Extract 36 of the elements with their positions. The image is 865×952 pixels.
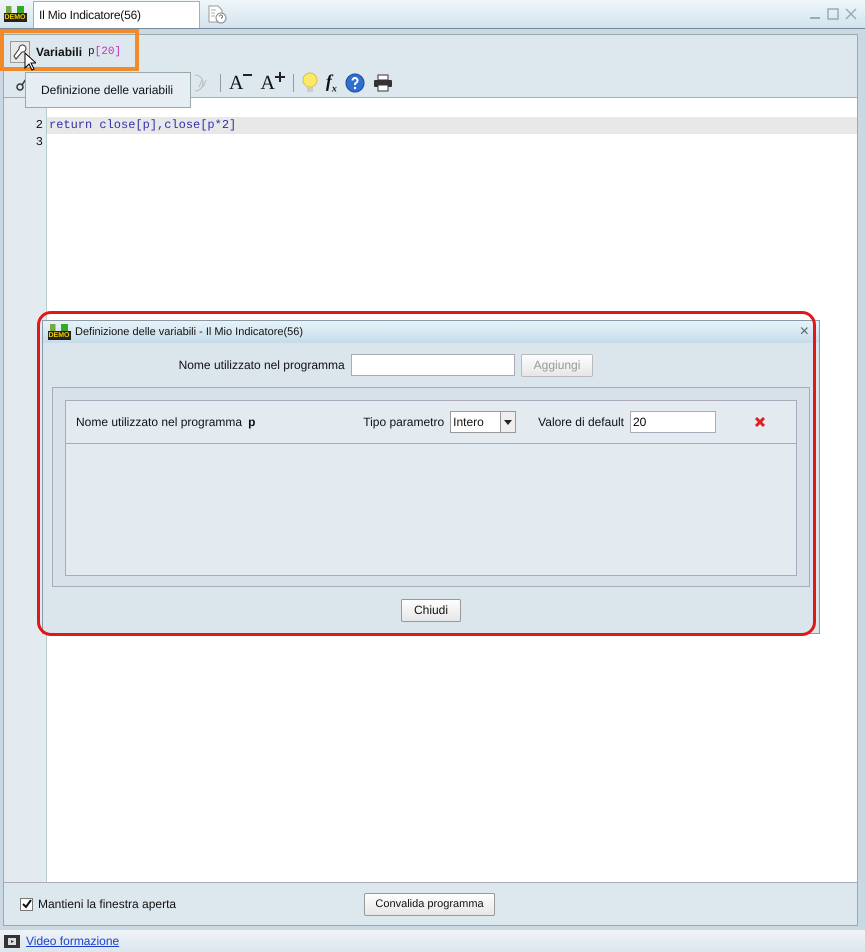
keep-open-checkbox[interactable]: [20, 898, 33, 910]
name-label: Nome utilizzato nel programma: [76, 415, 242, 429]
line-number: 2: [34, 117, 44, 134]
mouse-pointer-icon: [24, 52, 36, 71]
name-label: Nome utilizzato nel programma: [178, 358, 345, 372]
function-button[interactable]: f$_{x}$: [326, 71, 337, 95]
font-larger-button[interactable]: A: [260, 72, 285, 94]
variables-label: Variabili: [36, 45, 82, 59]
variable-name: p: [248, 415, 256, 429]
close-button[interactable]: ×: [800, 324, 809, 340]
variables-summary: p[20]: [88, 46, 122, 58]
name-input[interactable]: [350, 354, 515, 376]
font-smaller-button[interactable]: A: [229, 72, 252, 94]
checkmark-icon: [22, 899, 32, 909]
code-line: return close[p],close[p*2]: [49, 118, 236, 132]
video-link[interactable]: Video formazione: [26, 934, 120, 948]
maximize-icon[interactable]: [827, 8, 839, 20]
delete-icon[interactable]: [754, 416, 766, 428]
line-number: 3: [34, 134, 44, 151]
dialog-title: Definizione delle variabili - Il Mio Indicatore(56): [75, 326, 304, 338]
help-icon[interactable]: [344, 73, 365, 93]
document-tab[interactable]: Il Mio Indicatore(56): [33, 0, 200, 28]
default-input[interactable]: 20: [630, 411, 716, 433]
type-dropdown[interactable]: Intero: [450, 411, 516, 433]
type-label: Tipo parametro: [363, 415, 444, 429]
close-icon[interactable]: [845, 8, 857, 20]
document-help-icon[interactable]: [206, 4, 228, 24]
close-dialog-button[interactable]: Chiudi: [400, 598, 462, 622]
keep-open-label: Mantieni la finestra aperta: [38, 897, 176, 911]
menu-item[interactable]: Definizione delle variabili: [41, 83, 174, 97]
plus-icon: [274, 72, 285, 82]
default-label: Valore di default: [538, 415, 624, 429]
dropdown-arrow-icon: [504, 420, 512, 424]
print-icon[interactable]: [372, 74, 393, 92]
film-icon: [4, 934, 20, 948]
validate-button[interactable]: Convalida programma: [364, 892, 495, 916]
